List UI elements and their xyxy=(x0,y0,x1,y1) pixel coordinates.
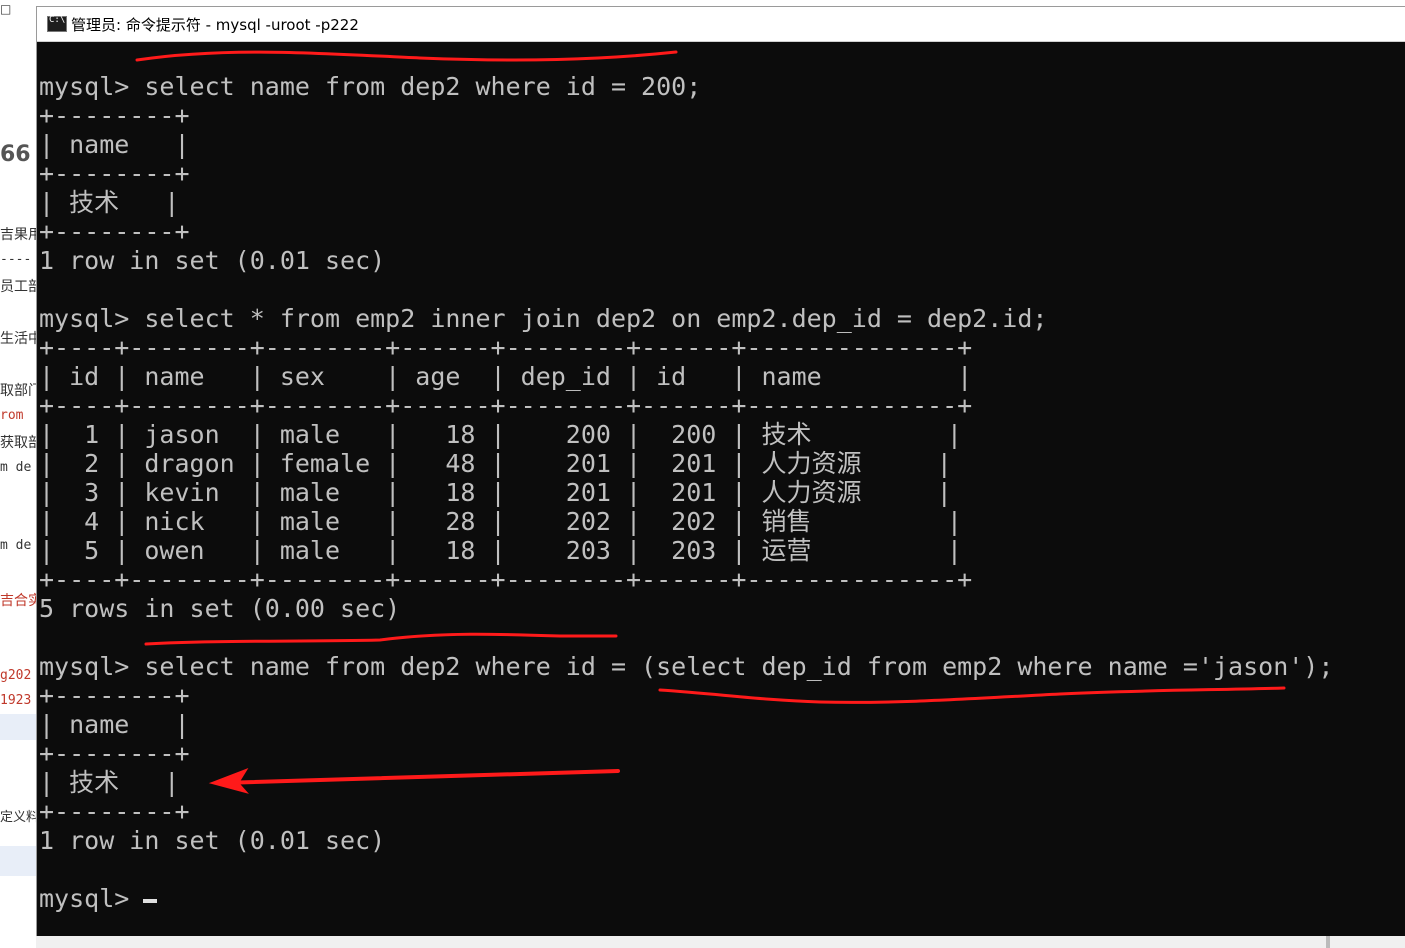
terminal-output[interactable]: mysql> select name from dep2 where id = … xyxy=(37,42,1405,943)
terminal-line: | 4 | nick | male | 28 | 202 | 202 | 销售 … xyxy=(39,507,962,536)
background-editor-strip: □ 66 吉果用 ---- 员工部 生活中 取部门 rom 获取部 m de m… xyxy=(0,0,42,948)
horizontal-scrollbar[interactable] xyxy=(36,936,1405,948)
quote-icon: 66 xyxy=(0,142,31,167)
terminal-line: | 技术 | xyxy=(39,188,180,217)
terminal-line: +----+--------+--------+------+--------+… xyxy=(39,565,973,594)
terminal-line: mysql> select name from dep2 where id = … xyxy=(39,72,702,101)
background-fragment: rom xyxy=(0,408,24,423)
background-fragment: ---- xyxy=(0,252,32,267)
terminal-line: | 5 | owen | male | 18 | 203 | 203 | 运营 … xyxy=(39,536,962,565)
terminal-line: | 3 | kevin | male | 18 | 201 | 201 | 人力… xyxy=(39,478,952,507)
console-window[interactable]: C:\ 管理员: 命令提示符 - mysql -uroot -p222 mysq… xyxy=(36,6,1405,943)
terminal-line: | 技术 | xyxy=(39,768,180,797)
terminal-line: | id | name | sex | age | dep_id | id | … xyxy=(39,362,973,391)
terminal-line: | name | xyxy=(39,130,190,159)
window-title: 管理员: 命令提示符 - mysql -uroot -p222 xyxy=(71,16,359,34)
terminal-line: mysql> select * from emp2 inner join dep… xyxy=(39,304,1048,333)
terminal-line: +--------+ xyxy=(39,101,190,130)
window-titlebar[interactable]: C:\ 管理员: 命令提示符 - mysql -uroot -p222 xyxy=(37,7,1405,42)
terminal-line: 1 row in set (0.01 sec) xyxy=(39,826,386,855)
terminal-line: +--------+ xyxy=(39,681,190,710)
terminal-line: mysql> select name from dep2 where id = … xyxy=(39,652,1334,681)
terminal-line: +--------+ xyxy=(39,159,190,188)
terminal-line: mysql> xyxy=(39,884,130,913)
background-fragment: 定义料 xyxy=(0,810,40,825)
terminal-line: | 1 | jason | male | 18 | 200 | 200 | 技术… xyxy=(39,420,962,449)
background-fragment: m de xyxy=(0,538,32,553)
terminal-line: +--------+ xyxy=(39,217,190,246)
terminal-line: +----+--------+--------+------+--------+… xyxy=(39,333,973,362)
background-fragment: m de xyxy=(0,460,32,475)
terminal-line: 5 rows in set (0.00 sec) xyxy=(39,594,401,623)
background-fragment: □ xyxy=(0,2,12,16)
terminal-line: | name | xyxy=(39,710,190,739)
background-fragment: 1923 xyxy=(0,693,32,708)
scrollbar-thumb[interactable] xyxy=(1326,936,1330,948)
background-fragment: g202 xyxy=(0,668,32,683)
terminal-line: 1 row in set (0.01 sec) xyxy=(39,246,386,275)
background-highlight xyxy=(0,714,37,740)
terminal-line: | 2 | dragon | female | 48 | 201 | 201 |… xyxy=(39,449,952,478)
terminal-line: +--------+ xyxy=(39,739,190,768)
terminal-line: +--------+ xyxy=(39,797,190,826)
terminal-line: +----+--------+--------+------+--------+… xyxy=(39,391,973,420)
background-highlight xyxy=(0,846,37,876)
cmd-console-icon: C:\ xyxy=(47,15,67,32)
text-cursor xyxy=(143,899,157,903)
